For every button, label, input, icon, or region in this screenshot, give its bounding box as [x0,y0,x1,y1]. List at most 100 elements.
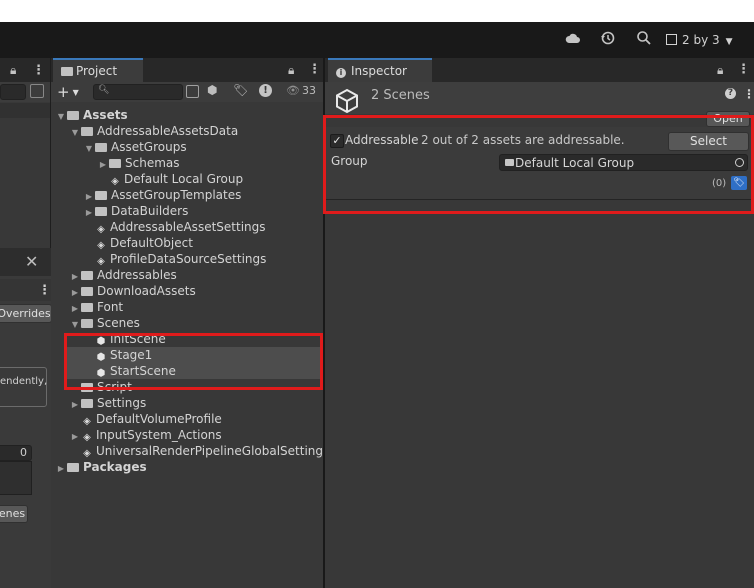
folder-open-icon [81,319,93,328]
tree-item[interactable]: ▶ Font [51,299,323,315]
lock-icon[interactable]: 🔒︎ [288,63,294,78]
tab-project-label: Project [76,64,118,78]
tree-item-label: DownloadAssets [97,284,196,298]
tree-item-label: DefaultObject [110,236,193,250]
folder-open-icon [81,127,93,136]
value-text: 0 [20,446,27,459]
value-field[interactable] [0,445,32,461]
tree-item-label: DefaultVolumeProfile [96,412,222,426]
tree-item-label: AddressableAssetSettings [110,220,266,234]
info-icon: i [336,68,346,78]
warning-filter-icon[interactable]: ! [259,84,272,97]
more-options-icon[interactable]: ⋮ [308,62,321,77]
tree-item[interactable]: ▼ AssetGroups [51,139,323,155]
folder-icon [81,303,93,312]
folder-open-icon [95,143,107,152]
tab-project[interactable]: Project [53,58,143,82]
tree-item-label: Addressables [97,268,177,282]
tree-item[interactable]: ▼ Assets [51,107,323,123]
help-box [0,367,47,407]
create-button[interactable]: + ▼ [57,83,79,101]
window-top-strip [0,0,754,22]
tree-item-label: InputSystem_Actions [96,428,222,442]
project-search-input[interactable]: 🔍︎ [93,84,183,100]
tree-item[interactable]: ◈ DefaultVolumeProfile [51,411,323,427]
tree-item-label: Settings [97,396,147,410]
tab-inspector[interactable]: i Inspector [328,58,432,82]
filter-type-icon[interactable]: ⬢ [207,83,217,97]
tree-item[interactable]: ▶ Addressables [51,267,323,283]
folder-icon [109,159,121,168]
tree-item[interactable]: ▶ ◈ InputSystem_Actions [51,427,323,443]
chevron-down-icon[interactable]: ▼ [55,109,67,125]
search-by-type-icon[interactable] [186,85,199,98]
list-box [0,461,32,495]
close-icon[interactable]: ✕ [25,252,38,271]
tree-item[interactable]: ◈ UniversalRenderPipelineGlobalSettings [51,443,329,459]
tree-item[interactable]: ▶ DownloadAssets [51,283,323,299]
tree-item-label: Assets [83,108,128,122]
chevron-down-icon[interactable]: ▼ [83,141,95,157]
more-options-icon[interactable]: ⋮ [32,63,45,78]
tree-item[interactable]: ▼ AddressableAssetsData [51,123,323,139]
left-list-header [0,103,50,118]
overrides-button[interactable]: Overrides [0,304,52,323]
folder-icon [61,67,73,76]
hidden-count: 33 [301,84,316,97]
tree-item[interactable]: ◈ Default Local Group [51,171,323,187]
scenes-button[interactable]: enes [0,505,28,523]
tree-item[interactable]: ▶ DataBuilders [51,203,323,219]
help-text: endently, [0,376,48,387]
tree-item[interactable]: ▶ Schemas [51,155,323,171]
help-icon[interactable]: ? [725,88,736,99]
hidden-packages-toggle[interactable]: 👁︎ 33 [286,84,316,97]
chevron-down-icon[interactable]: ▼ [69,125,81,141]
layout-label: 2 by 3 [682,33,720,47]
left-search-field[interactable] [0,84,26,100]
tree-item[interactable]: ◈ DefaultObject [51,235,323,251]
tree-item[interactable]: ▶ Packages [51,459,323,475]
tree-item-label: AddressableAssetsData [97,124,239,138]
tree-item-label: Font [97,300,124,314]
tree-item-label: Schemas [125,156,180,170]
folder-icon [81,399,93,408]
tab-inspector-label: Inspector [351,64,407,78]
label-filter-icon[interactable]: 🏷︎ [233,83,248,97]
scenes-button-label: enes [0,507,26,520]
lock-icon[interactable]: 🔒︎ [717,63,723,78]
tree-item[interactable]: ▼ Scenes [51,315,323,331]
tree-item-label: DataBuilders [111,204,189,218]
search-icon: 🔍︎ [98,85,110,95]
tree-item-label: UniversalRenderPipelineGlobalSettings [96,444,330,458]
more-options-icon[interactable]: ⋮ [38,283,51,298]
folder-icon [95,207,107,216]
search-filter-icon[interactable] [30,84,44,98]
tree-item-label: Default Local Group [124,172,244,186]
history-icon[interactable] [598,30,618,50]
layout-icon [666,34,677,45]
search-icon[interactable] [634,30,654,50]
chevron-down-icon[interactable]: ▼ [69,317,81,333]
chevron-right-icon[interactable]: ▶ [55,461,67,477]
lock-icon[interactable]: 🔒︎ [10,63,16,78]
more-options-icon[interactable]: ⋮ [737,62,750,77]
tree-item[interactable]: ◈ ProfileDataSourceSettings [51,251,323,267]
chevron-down-icon: ▼ [72,88,79,97]
chevron-down-icon: ▼ [725,37,733,47]
folder-icon [81,287,93,296]
tree-item-label: Scenes [97,316,140,330]
more-options-icon[interactable]: ⋮ [743,87,754,101]
layout-dropdown[interactable]: 2 by 3 ▼ [666,30,733,50]
tree-item-label: Packages [83,460,147,474]
tree-item[interactable]: ◈ AddressableAssetSettings [51,219,323,235]
tree-item[interactable]: ▶ Settings [51,395,323,411]
cloud-icon[interactable] [563,30,583,50]
eye-icon: 👁︎ [286,84,300,97]
tree-item[interactable]: ▶ AssetGroupTemplates [51,187,323,203]
tree-item-label: AssetGroupTemplates [111,188,242,202]
project-tree: ▼ Assets ▼ AddressableAssetsData ▼ AssetGroup… [51,107,329,475]
inspector-title: 2 Scenes [371,88,430,103]
highlight-box-scenes [64,333,323,390]
tree-item-label: ProfileDataSourceSettings [110,252,267,266]
unity-scene-icon [334,88,360,117]
